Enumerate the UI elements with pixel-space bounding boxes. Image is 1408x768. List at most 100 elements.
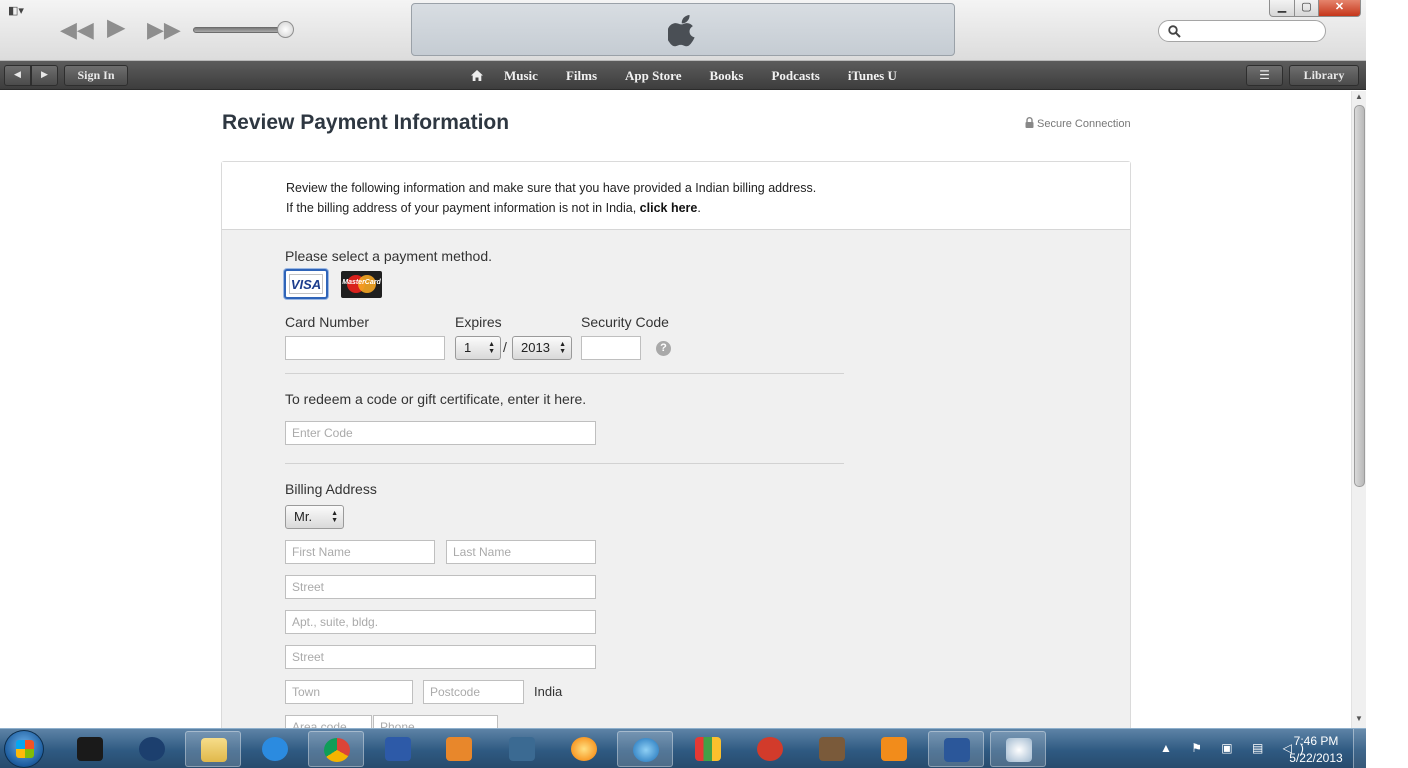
expiry-year-value: 2013	[521, 340, 550, 355]
first-name-field[interactable]: First Name	[285, 540, 435, 564]
clock-date[interactable]: 5/22/2013	[1286, 751, 1346, 765]
taskbar-app-office[interactable]	[680, 731, 736, 767]
taskbar-app-c[interactable]	[124, 731, 180, 767]
redeem-label: To redeem a code or gift certificate, en…	[285, 391, 587, 407]
play-icon[interactable]: ▶	[107, 16, 125, 40]
billing-notice-line2: If the billing address of your payment i…	[286, 201, 701, 215]
taskbar-app-paint[interactable]	[990, 731, 1046, 767]
click-here-link[interactable]: click here	[640, 201, 698, 215]
blackberry-icon	[77, 737, 103, 761]
secure-connection: Secure Connection	[1025, 117, 1131, 130]
taskbar-app-itunes[interactable]	[617, 731, 673, 767]
start-button[interactable]	[4, 730, 44, 768]
security-code-field[interactable]	[581, 336, 641, 360]
select-arrows-icon: ▲ ▼	[559, 341, 566, 355]
expiry-month-select[interactable]: 1 ▲ ▼	[455, 336, 501, 360]
street-line2-field[interactable]: Street	[285, 645, 596, 669]
taskbar-app-blackberry[interactable]	[62, 731, 118, 767]
security-code-label: Security Code	[581, 314, 669, 330]
apt-suite-field[interactable]: Apt., suite, bldg.	[285, 610, 596, 634]
card-number-label: Card Number	[285, 314, 370, 330]
nav-link-app-store[interactable]: App Store	[625, 68, 681, 84]
vertical-scrollbar[interactable]: ▲ ▼	[1351, 91, 1366, 728]
sign-in-button[interactable]: Sign In	[64, 65, 128, 86]
billing-notice-text: If the billing address of your payment i…	[286, 201, 640, 215]
payment-method-label: Please select a payment method.	[285, 248, 493, 264]
back-button[interactable]: ◀	[4, 65, 31, 86]
secure-connection-label: Secure Connection	[1037, 118, 1131, 130]
clock-time[interactable]: 7:46 PM	[1286, 734, 1346, 748]
taskbar-app-nero[interactable]	[866, 731, 922, 767]
expiry-year-select[interactable]: 2013 ▲ ▼	[512, 336, 572, 360]
forward-button[interactable]: ▶	[31, 65, 58, 86]
billing-notice: Review the following information and mak…	[222, 162, 1130, 230]
help-icon[interactable]: ?	[656, 341, 671, 356]
store-links: Music Films App Store Books Podcasts iTu…	[460, 61, 925, 90]
scroll-up-icon[interactable]: ▲	[1355, 92, 1363, 101]
kmplayer-icon	[509, 737, 535, 761]
nav-link-books[interactable]: Books	[709, 68, 743, 84]
visa-card-label: VISA	[289, 274, 323, 294]
folder-icon	[201, 738, 227, 762]
divider	[285, 373, 844, 374]
chrome-icon	[324, 738, 350, 762]
fast-forward-icon[interactable]: ▶▶	[147, 19, 181, 41]
maximize-button[interactable]: ▢	[1294, 0, 1319, 17]
scroll-thumb[interactable]	[1354, 105, 1365, 487]
rewind-icon[interactable]: ◀◀	[60, 19, 94, 41]
ccleaner-icon	[757, 737, 783, 761]
salutation-select[interactable]: Mr. ▲ ▼	[285, 505, 344, 529]
internet-explorer-icon	[262, 737, 288, 761]
library-button[interactable]: Library	[1289, 65, 1359, 86]
taskbar-app-explorer[interactable]	[185, 731, 241, 767]
street-field[interactable]: Street	[285, 575, 596, 599]
postcode-field[interactable]: Postcode	[423, 680, 524, 704]
country-label: India	[534, 684, 563, 699]
app-menu-icon[interactable]: ◧▾	[8, 4, 24, 17]
visa-card-option[interactable]: VISA	[284, 269, 328, 299]
itunes-window: ◧▾ ◀◀ ▶ ▶▶ ▁ ▢ ✕ ◀ ▶ Sign In Music Films…	[0, 0, 1408, 768]
word-icon	[944, 738, 970, 762]
search-input[interactable]	[1158, 20, 1326, 42]
taskbar-app-word[interactable]	[928, 731, 984, 767]
volume-knob[interactable]	[277, 21, 294, 38]
card-number-field[interactable]	[285, 336, 445, 360]
expiry-month-value: 1	[464, 340, 472, 355]
taskbar-app-messenger[interactable]	[370, 731, 426, 767]
billing-notice-period: .	[697, 201, 701, 215]
close-button[interactable]: ✕	[1318, 0, 1361, 17]
redeem-code-field[interactable]: Enter Code	[285, 421, 596, 445]
taskbar-app-kmplayer[interactable]	[494, 731, 550, 767]
minimize-button[interactable]: ▁	[1269, 0, 1295, 17]
phone-field[interactable]: Phone	[373, 715, 498, 728]
list-view-button[interactable]: ☰	[1246, 65, 1283, 86]
media-player-icon	[446, 737, 472, 761]
taskbar-app-sun[interactable]	[556, 731, 612, 767]
itunes-icon	[633, 738, 659, 762]
mastercard-label: MasterCard	[342, 279, 381, 286]
last-name-field[interactable]: Last Name	[446, 540, 596, 564]
taskbar-app-internet-explorer[interactable]	[247, 731, 303, 767]
nav-link-podcasts[interactable]: Podcasts	[771, 68, 819, 84]
mastercard-option[interactable]: MasterCard	[341, 271, 382, 298]
show-desktop-button[interactable]	[1353, 729, 1366, 768]
salutation-value: Mr.	[294, 509, 313, 524]
scroll-down-icon[interactable]: ▼	[1355, 714, 1363, 723]
home-icon[interactable]	[470, 69, 484, 82]
area-code-field[interactable]: Area code	[285, 715, 372, 728]
town-field[interactable]: Town	[285, 680, 413, 704]
nav-link-itunes-u[interactable]: iTunes U	[848, 68, 897, 84]
status-display	[411, 3, 955, 56]
taskbar-app-ccleaner[interactable]	[742, 731, 798, 767]
lock-icon	[1025, 117, 1034, 128]
nav-link-films[interactable]: Films	[566, 68, 597, 84]
taskbar-app-game[interactable]	[804, 731, 860, 767]
volume-slider[interactable]	[193, 27, 289, 33]
taskbar-app-media-player[interactable]	[431, 731, 487, 767]
store-content: Review Payment Information Secure Connec…	[0, 91, 1351, 728]
player-toolbar: ◧▾ ◀◀ ▶ ▶▶ ▁ ▢ ✕	[0, 0, 1366, 61]
taskbar-app-chrome[interactable]	[308, 731, 364, 767]
nero-icon	[881, 737, 907, 761]
expiry-separator: /	[503, 339, 507, 355]
nav-link-music[interactable]: Music	[504, 68, 538, 84]
